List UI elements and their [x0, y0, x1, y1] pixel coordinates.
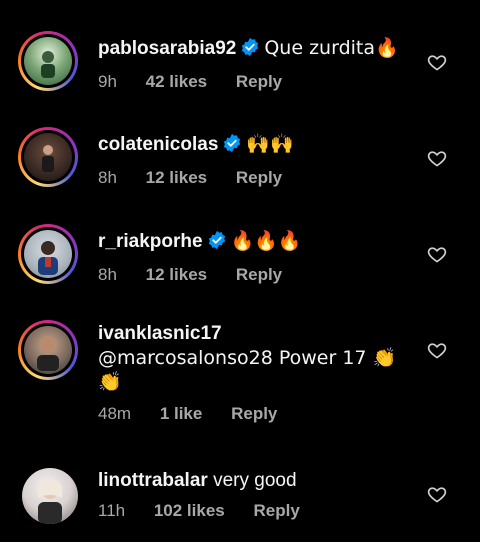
comment-time: 8h [98, 265, 117, 284]
comment-text: 🔥🔥🔥 [230, 230, 302, 252]
reply-button[interactable]: Reply [236, 72, 282, 91]
comment-text: 🙌🙌 [246, 133, 294, 155]
reply-button[interactable]: Reply [231, 404, 277, 423]
avatar[interactable] [18, 31, 78, 91]
comment-text: Que zurdita🔥 [264, 37, 399, 59]
comment-time: 9h [98, 72, 117, 91]
heart-icon[interactable] [427, 148, 447, 168]
comment-likes[interactable]: 12 likes [146, 168, 207, 187]
comment-time: 8h [98, 168, 117, 187]
avatar[interactable] [22, 468, 78, 524]
comment-text: @marcosalonso28 Power 17 👏 [98, 347, 397, 369]
comment-username[interactable]: linottrabalar [98, 470, 208, 491]
heart-icon[interactable] [427, 52, 447, 72]
heart-icon[interactable] [427, 340, 447, 360]
comment-time: 48m [98, 404, 132, 423]
comment-username[interactable]: r_riakporhe [98, 231, 203, 252]
comment-username[interactable]: pablosarabia92 [98, 38, 236, 59]
comment-username[interactable]: colatenicolas [98, 134, 218, 155]
reply-button[interactable]: Reply [236, 168, 282, 187]
comment-username[interactable]: ivanklasnic17 [98, 323, 222, 344]
reply-button[interactable]: Reply [253, 501, 299, 520]
avatar[interactable] [18, 224, 78, 284]
comment-likes[interactable]: 12 likes [146, 265, 207, 284]
verified-badge-icon [222, 133, 242, 160]
reply-button[interactable]: Reply [236, 265, 282, 284]
verified-badge-icon [240, 37, 260, 64]
comment-likes[interactable]: 1 like [160, 404, 203, 423]
comment-likes[interactable]: 42 likes [146, 72, 207, 91]
comment-time: 11h [98, 501, 126, 520]
comment-text: very good [213, 470, 297, 491]
comment-likes[interactable]: 102 likes [154, 501, 225, 520]
avatar[interactable] [18, 320, 78, 380]
avatar[interactable] [18, 127, 78, 187]
comment-text-continuation: 👏 [98, 371, 122, 393]
verified-badge-icon [207, 230, 227, 257]
heart-icon[interactable] [427, 244, 447, 264]
heart-icon[interactable] [427, 484, 447, 504]
